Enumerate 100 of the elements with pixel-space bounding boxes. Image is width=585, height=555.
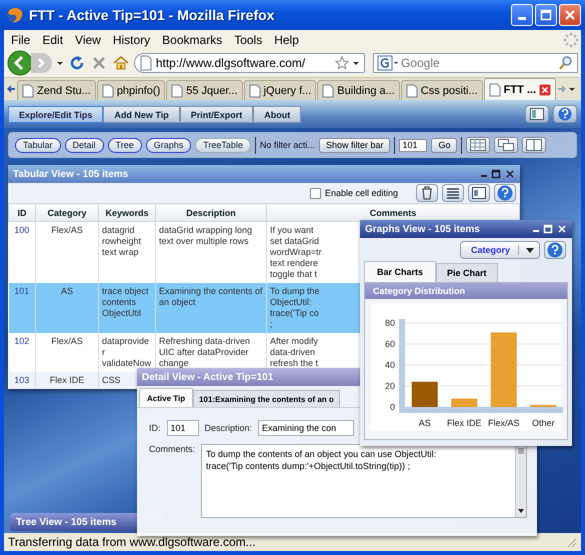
filter-button[interactable]: Show filter bar bbox=[318, 138, 390, 152]
maximize-icon bbox=[543, 224, 553, 234]
maximize-button[interactable] bbox=[535, 4, 557, 26]
menu-item[interactable]: View bbox=[70, 32, 108, 46]
table-cell: Flex/AS bbox=[51, 336, 83, 346]
view-button[interactable]: Graphs bbox=[146, 138, 192, 152]
help-icon bbox=[497, 185, 513, 201]
view-button[interactable]: Tabular bbox=[15, 138, 61, 152]
layout-button[interactable] bbox=[525, 105, 549, 123]
column-header[interactable]: Category bbox=[36, 204, 98, 222]
table-cell: Examining the contents of an object bbox=[159, 286, 263, 307]
help-button[interactable] bbox=[494, 184, 516, 202]
menu-item[interactable]: File bbox=[6, 32, 38, 46]
grid-icon bbox=[470, 139, 486, 151]
page-icon bbox=[102, 84, 114, 98]
browser-tab[interactable]: Css positi... bbox=[400, 80, 483, 100]
close-button[interactable] bbox=[559, 4, 581, 26]
tab[interactable]: Pie Chart bbox=[436, 263, 498, 282]
table-cell: 100 bbox=[14, 225, 30, 235]
address-field[interactable]: http://www.dlgsoftware.com/ bbox=[134, 53, 365, 73]
tab[interactable]: 101:Examining the contents of an o bbox=[193, 390, 340, 407]
menu-item[interactable]: Tools bbox=[229, 32, 270, 46]
column-header[interactable]: Comments bbox=[266, 204, 520, 222]
layout-icon bbox=[530, 108, 544, 120]
cascade-icon bbox=[498, 139, 514, 151]
table-cell: dataGrid wrapping long text over multiple rows bbox=[159, 225, 252, 246]
nav-tab[interactable]: Explore/Edit Tips bbox=[8, 106, 104, 122]
column-header[interactable]: Description bbox=[156, 204, 266, 222]
menu-item[interactable]: Bookmarks bbox=[157, 32, 230, 46]
close-tab-icon bbox=[539, 84, 552, 96]
browser-tab[interactable]: FTT ... bbox=[484, 78, 556, 100]
view-button[interactable]: Tree bbox=[108, 138, 142, 152]
scrollbar[interactable] bbox=[515, 445, 526, 517]
tip-id-field[interactable]: 101 bbox=[399, 138, 428, 152]
caret-icon bbox=[525, 245, 535, 255]
tool-button[interactable] bbox=[416, 184, 438, 202]
globe-icon bbox=[6, 6, 24, 24]
tool-button[interactable] bbox=[442, 184, 464, 202]
tool-button[interactable] bbox=[468, 184, 490, 202]
id-field[interactable]: 101 bbox=[166, 420, 199, 436]
browser-tab[interactable]: 55 Jquer... bbox=[166, 80, 243, 100]
tab[interactable]: Bar Charts bbox=[364, 261, 436, 282]
page-icon bbox=[138, 55, 153, 71]
minimize-button[interactable] bbox=[511, 4, 533, 26]
reload-icon bbox=[68, 54, 86, 72]
trash-icon bbox=[419, 185, 435, 201]
reload-button[interactable] bbox=[68, 54, 86, 72]
layout-button[interactable] bbox=[466, 137, 490, 153]
scroll-left-icon bbox=[6, 84, 16, 94]
menu-item[interactable]: Help bbox=[269, 32, 306, 46]
star-icon bbox=[335, 56, 349, 70]
chart-title: Category Distribution bbox=[365, 283, 567, 299]
description-field[interactable]: Examining the con bbox=[258, 420, 354, 436]
column-header[interactable]: ID bbox=[8, 204, 36, 222]
browser-tab[interactable]: Building a... bbox=[317, 80, 400, 100]
throbber-icon bbox=[563, 32, 579, 48]
bar[interactable] bbox=[412, 382, 438, 407]
home-icon bbox=[112, 54, 130, 72]
search-box[interactable]: Google bbox=[373, 53, 578, 73]
menu-item[interactable]: History bbox=[108, 32, 158, 46]
checkbox[interactable] bbox=[310, 188, 321, 198]
help-icon bbox=[547, 242, 563, 258]
view-button[interactable]: TreeTable bbox=[195, 138, 251, 152]
menu-item[interactable]: Edit bbox=[37, 32, 70, 46]
page-icon bbox=[322, 84, 334, 98]
window-title: Tabular View - 105 items bbox=[13, 168, 128, 180]
table-cell: trace object contents ObjectUtil bbox=[102, 286, 149, 318]
home-button[interactable] bbox=[112, 54, 130, 72]
checkbox-label: Enable cell editing bbox=[324, 188, 398, 198]
table-cell: 102 bbox=[14, 336, 30, 346]
filter-status: No filter acti... bbox=[260, 140, 315, 150]
category-dropdown[interactable]: Category bbox=[460, 241, 540, 259]
minimize-icon bbox=[533, 230, 539, 232]
window-title: Tree View - 105 items bbox=[16, 516, 116, 528]
caret-icon bbox=[568, 85, 576, 93]
help-button[interactable] bbox=[553, 105, 577, 123]
table-cell: dataprovide r validateNow bbox=[102, 336, 152, 368]
axis-tick-label: 20 bbox=[384, 381, 395, 391]
history-dropdown[interactable] bbox=[56, 59, 64, 67]
close-icon bbox=[505, 169, 515, 179]
scroll-right-icon bbox=[557, 84, 568, 94]
tab[interactable]: Active Tip bbox=[139, 388, 194, 407]
browser-tab[interactable]: phpinfo() bbox=[96, 80, 166, 100]
window-title: Detail View - Active Tip=101 bbox=[142, 372, 274, 382]
browser-tab[interactable]: jQuery f... bbox=[244, 80, 316, 100]
browser-tab[interactable]: Zend Stu... bbox=[17, 80, 96, 100]
close-icon bbox=[557, 224, 567, 234]
nav-tab[interactable]: Add New Tip bbox=[103, 106, 180, 122]
layout-button[interactable] bbox=[494, 137, 518, 153]
status-text: Transferring data from www.dlgsoftware.com... bbox=[8, 535, 256, 549]
nav-tab[interactable]: About bbox=[253, 106, 302, 122]
help-button[interactable] bbox=[544, 241, 566, 259]
back-button[interactable] bbox=[7, 50, 33, 76]
nav-tab[interactable]: Print/Export bbox=[180, 106, 254, 122]
column-header[interactable]: Keywords bbox=[98, 204, 156, 222]
layout-button[interactable] bbox=[522, 137, 546, 153]
page-icon bbox=[171, 84, 184, 98]
category-label: Flex/AS bbox=[488, 418, 520, 428]
go-button[interactable]: Go bbox=[431, 138, 458, 152]
view-button[interactable]: Detail bbox=[64, 138, 104, 152]
